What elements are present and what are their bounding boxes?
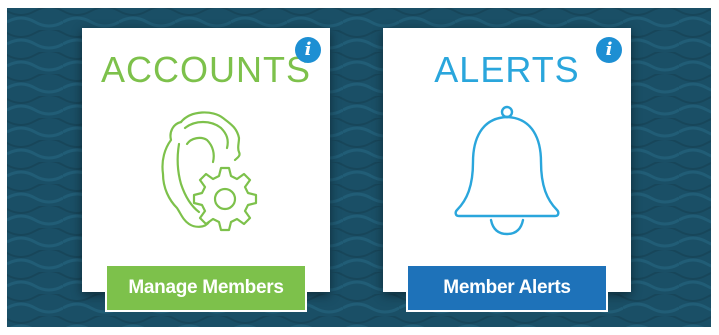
accounts-title: ACCOUNTS bbox=[100, 49, 311, 90]
bell-icon bbox=[451, 104, 563, 243]
alerts-card: ALERTS i Member Alerts bbox=[383, 28, 631, 312]
accounts-info-icon[interactable]: i bbox=[295, 37, 321, 63]
member-alerts-button[interactable]: Member Alerts bbox=[406, 264, 608, 312]
manage-members-button[interactable]: Manage Members bbox=[105, 264, 307, 312]
accounts-card: ACCOUNTS i Manage Members bbox=[82, 28, 330, 312]
page-frame: ACCOUNTS i Manage Members ALERTS i Membe… bbox=[0, 0, 719, 335]
alerts-title: ALERTS bbox=[434, 49, 580, 90]
alerts-info-icon[interactable]: i bbox=[596, 37, 622, 63]
user-gear-icon bbox=[151, 104, 261, 239]
